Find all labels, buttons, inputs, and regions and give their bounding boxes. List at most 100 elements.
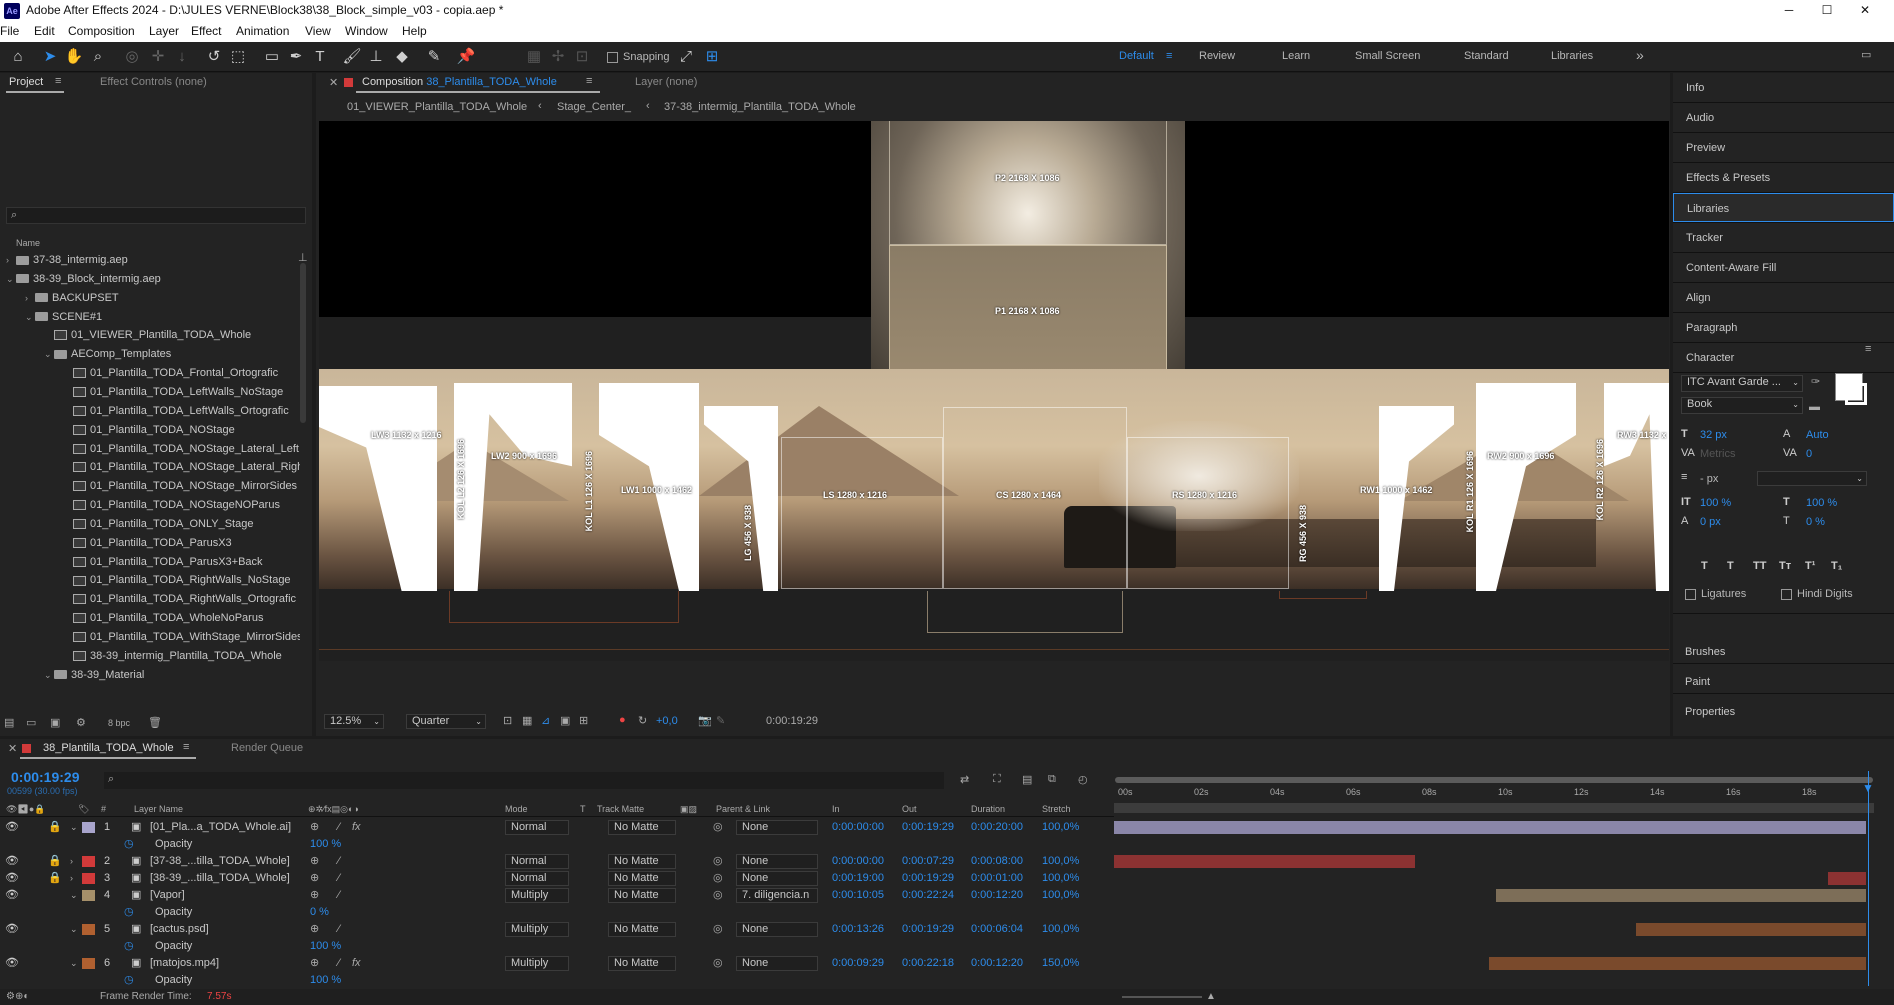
font-style-dropdown[interactable]: Book ⌄ [1681,397,1803,414]
time-ruler[interactable]: 00s 02s 04s 06s 08s 10s 12s 14s 16s 18s [1114,785,1874,801]
panel-content-aware-fill[interactable]: Content-Aware Fill [1673,253,1894,282]
timeline-search-field[interactable]: ⌕ [104,772,944,789]
eye-icon[interactable]: 👁 [5,870,19,887]
label-color-swatch[interactable] [82,958,95,969]
comp-viewer[interactable]: P2 2168 X 1086 P1 2168 X 1086 LW3 1132 x… [319,121,1669,661]
clone-stamp-icon[interactable]: ⊥ [366,47,386,67]
rectangle-tool-icon[interactable]: ▭ [262,47,282,67]
minimize-button[interactable]: ─ [1774,0,1804,22]
character-menu-icon[interactable]: ≡ [1865,343,1871,355]
lock-icon[interactable]: 🔒 [48,853,62,870]
project-folder[interactable]: ⌄01_escena [0,685,300,687]
caps-button[interactable]: T [1727,560,1734,572]
layer-row[interactable]: 👁 ⌄ 6 ▣ [matojos.mp4] ⊕ ⁄ fx Multiply No Matte ◎ No… [0,955,1114,972]
eye-icon[interactable]: 👁 [5,921,19,938]
stretch[interactable]: 100,0% [1042,870,1079,887]
pickwhip-icon[interactable]: ◎ [713,921,723,938]
stretch[interactable]: 100,0% [1042,921,1079,938]
label-color-swatch[interactable] [82,924,95,935]
project-comp[interactable]: 01_Plantilla_TODA_WithStage_MirrorSides [0,628,300,646]
project-folder[interactable]: › BACKUPSET [0,289,300,307]
tab-effect-controls[interactable]: Effect Controls (none) [100,76,207,88]
twirl-icon[interactable]: ⌄ [70,887,78,904]
rotation-tool-icon[interactable]: ↺ [204,47,224,67]
property-value[interactable]: 100 % [310,938,341,955]
panel-paint[interactable]: Paint [1685,676,1710,688]
stretch[interactable]: 100,0% [1042,853,1079,870]
close-tab-icon[interactable]: ✕ [329,76,338,89]
snapping-checkbox[interactable] [607,52,618,63]
mask-visibility-icon[interactable]: ⊿ [541,714,550,727]
comp-mini-flowchart-icon[interactable]: ⇄ [960,773,969,786]
project-folder[interactable]: ⌄ 38-39_Material [0,666,300,684]
track-matte-dropdown[interactable]: No Matte [608,871,676,886]
eraser-tool-icon[interactable]: ◆ [392,47,412,67]
workspace-overflow-icon[interactable]: » [1636,47,1644,63]
shy-layers-icon[interactable]: ▤ [1022,773,1032,786]
new-comp-icon[interactable]: ▣ [50,716,60,729]
layer-duration-bar[interactable] [1828,872,1866,885]
chevron-right-icon[interactable]: › [6,251,16,269]
layer-name-header[interactable]: Layer Name [134,801,183,817]
project-settings-icon[interactable]: ⚙ [76,716,86,729]
stroke-width-value[interactable]: - px [1700,473,1718,485]
workspace-small-screen[interactable]: Small Screen [1355,50,1420,62]
label-color-swatch[interactable] [82,856,95,867]
stopwatch-icon[interactable]: ◷ [124,836,134,853]
workspace-libraries[interactable]: Libraries [1551,50,1593,62]
snap-options-icon[interactable]: ⤢ [676,47,696,67]
project-comp[interactable]: 01_Plantilla_TODA_NOStage_Lateral_Left [0,440,300,458]
in-point[interactable]: 0:00:19:00 [832,870,884,887]
tab-project[interactable]: Project [9,76,43,88]
maximize-button[interactable]: ☐ [1812,0,1842,22]
exposure-value[interactable]: +0,0 [656,715,678,727]
mode-dropdown[interactable]: Normal [505,854,569,869]
pickwhip-icon[interactable]: ◎ [713,853,723,870]
stretch[interactable]: 150,0% [1042,955,1079,972]
pickwhip-icon[interactable]: ◎ [713,887,723,904]
swap-colors-icon[interactable]: ▬ [1809,401,1820,413]
quality-switch-icon[interactable]: ⁄ [338,955,340,972]
layer-row[interactable]: 👁 ⌄ 5 ▣ [cactus.psd] ⊕ ⁄ Multiply No Matte ◎ None 0… [0,921,1114,938]
search-help-icon[interactable]: ▭ [1861,48,1871,61]
workspace-default[interactable]: Default [1119,50,1154,62]
layer-name[interactable]: [Vapor] [150,887,185,904]
panel-libraries[interactable]: Libraries [1673,193,1894,222]
menu-file[interactable]: File [0,24,19,38]
layer-duration-bar[interactable] [1114,821,1866,834]
track-matte-dropdown[interactable]: No Matte [608,922,676,937]
current-time[interactable]: 0:00:19:29 [11,769,80,785]
quality-switch-icon[interactable]: ⁄ [338,887,340,904]
pickwhip-icon[interactable]: ◎ [713,870,723,887]
puppet-pin-icon[interactable]: 📌 [456,47,476,67]
project-search-field[interactable]: ⌕ [6,207,306,224]
project-folder[interactable]: › 37-38_intermig.aep [0,251,300,269]
mode-dropdown[interactable]: Multiply [505,956,569,971]
brush-tool-icon[interactable]: 🖌 [342,47,362,67]
in-point[interactable]: 0:00:13:26 [832,921,884,938]
project-comp[interactable]: 01_Plantilla_TODA_WholeNoParus [0,609,300,627]
twirl-icon[interactable]: › [70,870,73,887]
out-point[interactable]: 0:00:07:29 [902,853,954,870]
panel-tracker[interactable]: Tracker [1673,223,1894,252]
project-comp[interactable]: 01_Plantilla_TODA_NOStage_MirrorSides [0,477,300,495]
duration[interactable]: 0:00:08:00 [971,853,1023,870]
ligatures-checkbox[interactable] [1685,589,1696,600]
lock-icon[interactable]: 🔒 [48,819,62,836]
parent-dropdown[interactable]: None [736,854,818,869]
mode-dropdown[interactable]: Normal [505,820,569,835]
parent-dropdown[interactable]: None [736,871,818,886]
selection-tool-icon[interactable]: ➤ [40,47,60,67]
transparency-grid-icon[interactable]: ▦ [522,714,532,727]
tsume-value[interactable]: 0 % [1806,516,1825,528]
chevron-down-icon[interactable]: ⌄ [63,685,73,687]
workspace-standard[interactable]: Standard [1464,50,1509,62]
mode-dropdown[interactable]: Multiply [505,922,569,937]
snapshot-icon[interactable]: 📷 [698,714,712,727]
breadcrumb-2[interactable]: Stage_Center_ [557,101,631,113]
kerning-value[interactable]: Metrics [1700,448,1735,460]
mode-dropdown[interactable]: Normal [505,871,569,886]
menu-edit[interactable]: Edit [34,24,55,38]
frame-blending-icon[interactable]: ⧉ [1048,773,1056,786]
project-comp[interactable]: 01_Plantilla_TODA_LeftWalls_NoStage [0,383,300,401]
